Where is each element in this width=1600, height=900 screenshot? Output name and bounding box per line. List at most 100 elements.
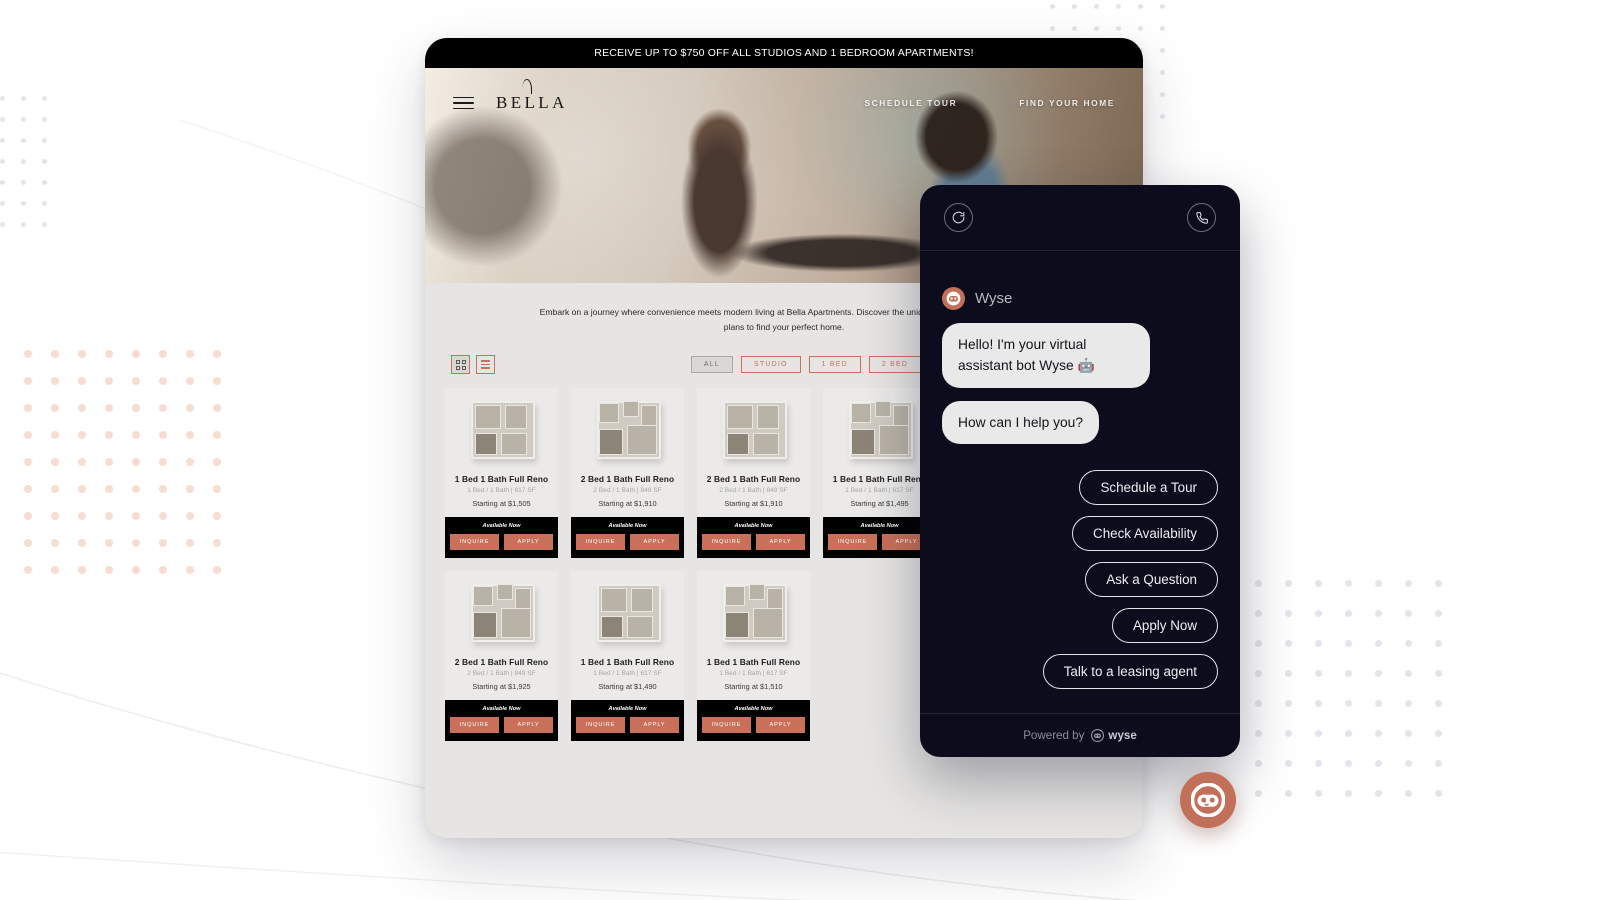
filter-2-bed[interactable]: 2 BED <box>868 356 922 374</box>
decorative-dot <box>1160 70 1165 75</box>
list-view-button[interactable] <box>476 355 495 375</box>
floorplan-card[interactable]: 2 Bed 1 Bath Full Reno 2 Bed / 1 Bath | 8… <box>697 388 810 559</box>
apply-button[interactable]: APPLY <box>630 534 679 551</box>
decorative-dot <box>1345 790 1352 797</box>
decorative-dot <box>42 117 47 122</box>
brand-name: BELLA <box>496 93 568 112</box>
decorative-dot <box>24 539 32 547</box>
filter-group: ALL STUDIO 1 BED 2 BED <box>690 356 922 374</box>
decorative-dot <box>24 566 32 574</box>
decorative-dot <box>21 201 26 206</box>
chat-footer: Powered by wyse <box>920 713 1240 757</box>
decorative-dot <box>1435 700 1442 707</box>
grid-view-button[interactable] <box>451 355 470 375</box>
decorative-dot <box>186 512 194 520</box>
decorative-dot <box>42 180 47 185</box>
decorative-dot <box>21 180 26 185</box>
filter-1-bed[interactable]: 1 BED <box>808 356 861 374</box>
decorative-dot <box>51 512 59 520</box>
floorplan-actions: Available Now INQUIRE APPLY <box>571 700 684 742</box>
decorative-dot <box>132 431 140 439</box>
apply-button[interactable]: APPLY <box>756 534 805 551</box>
decorative-dot <box>186 458 194 466</box>
floorplan-price: Starting at $1,510 <box>724 682 783 692</box>
decorative-dot <box>1435 580 1442 587</box>
decorative-dot <box>1138 26 1143 31</box>
inquire-button[interactable]: INQUIRE <box>450 717 499 734</box>
inquire-button[interactable]: INQUIRE <box>702 717 751 734</box>
wyse-logo[interactable]: wyse <box>1091 729 1137 742</box>
decorative-dot <box>1285 760 1292 767</box>
phone-icon[interactable] <box>1187 203 1216 232</box>
inquire-button[interactable]: INQUIRE <box>450 534 499 551</box>
brand-logo[interactable]: BELLA <box>496 79 568 113</box>
quick-reply-talk-to-a-leasing-agent[interactable]: Talk to a leasing agent <box>1042 654 1218 690</box>
decorative-dot <box>1094 4 1099 9</box>
decorative-dot <box>78 512 86 520</box>
filter-studio[interactable]: STUDIO <box>740 356 801 374</box>
decorative-dot <box>1405 610 1412 617</box>
apply-button[interactable]: APPLY <box>756 717 805 734</box>
decorative-dot <box>213 566 221 574</box>
apply-button[interactable]: APPLY <box>630 717 679 734</box>
floorplan-card[interactable]: 2 Bed 1 Bath Full Reno 2 Bed / 1 Bath | 8… <box>445 571 558 742</box>
floorplan-price: Starting at $1,495 <box>850 499 909 509</box>
decorative-dot <box>1315 760 1322 767</box>
decorative-dot <box>186 566 194 574</box>
availability-badge: Available Now <box>482 706 521 713</box>
decorative-dot <box>1285 790 1292 797</box>
quick-reply-apply-now[interactable]: Apply Now <box>1111 608 1218 644</box>
decorative-dot <box>78 431 86 439</box>
decorative-dot <box>132 566 140 574</box>
quick-reply-schedule-a-tour[interactable]: Schedule a Tour <box>1079 470 1218 506</box>
decorative-dot <box>105 512 113 520</box>
decorative-dot <box>21 96 26 101</box>
inquire-button[interactable]: INQUIRE <box>576 534 625 551</box>
floorplan-card[interactable]: 2 Bed 1 Bath Full Reno 2 Bed / 1 Bath | 8… <box>571 388 684 559</box>
decorative-dot <box>1160 4 1165 9</box>
inquire-button[interactable]: INQUIRE <box>702 534 751 551</box>
wyse-bot-icon <box>1091 729 1105 742</box>
apply-button[interactable]: APPLY <box>504 534 553 551</box>
availability-badge: Available Now <box>860 523 899 530</box>
nav-link-find-your-home[interactable]: FIND YOUR HOME <box>1019 98 1115 108</box>
chat-launcher-button[interactable] <box>1180 772 1236 828</box>
powered-by-label: Powered by <box>1023 729 1085 742</box>
bot-identity: Wyse <box>942 287 1218 310</box>
floorplan-card[interactable]: 1 Bed 1 Bath Full Reno 1 Bed / 1 Bath | 6… <box>571 571 684 742</box>
apply-button[interactable]: APPLY <box>504 717 553 734</box>
decorative-dot <box>132 458 140 466</box>
decorative-dot <box>0 222 5 227</box>
floorplan-image <box>445 571 558 654</box>
floorplan-card[interactable]: 1 Bed 1 Bath Full Reno 1 Bed / 1 Bath | 6… <box>697 571 810 742</box>
decorative-dot <box>105 485 113 493</box>
decorative-dot <box>105 404 113 412</box>
decorative-dot <box>51 566 59 574</box>
quick-reply-ask-a-question[interactable]: Ask a Question <box>1085 562 1218 598</box>
decorative-dot <box>1255 580 1262 587</box>
decorative-dot <box>213 377 221 385</box>
decorative-dot <box>1315 580 1322 587</box>
nav-link-schedule-tour[interactable]: SCHEDULE TOUR <box>864 98 957 108</box>
refresh-icon[interactable] <box>944 203 973 232</box>
filter-all[interactable]: ALL <box>690 356 733 374</box>
floorplan-spec: 1 Bed / 1 Bath | 617 SF <box>467 487 536 495</box>
inquire-button[interactable]: INQUIRE <box>828 534 877 551</box>
decorative-dot <box>1405 760 1412 767</box>
grid-icon <box>455 359 466 370</box>
decorative-dot <box>213 512 221 520</box>
decorative-dot <box>213 485 221 493</box>
decorative-dot <box>1375 610 1382 617</box>
floorplan-card[interactable]: 1 Bed 1 Bath Full Reno 1 Bed / 1 Bath | 6… <box>445 388 558 559</box>
decorative-dot <box>132 485 140 493</box>
quick-reply-list: Schedule a Tour Check Availability Ask a Q… <box>942 470 1218 690</box>
decorative-dot <box>1315 730 1322 737</box>
quick-reply-check-availability[interactable]: Check Availability <box>1072 516 1218 552</box>
decorative-dot <box>1375 730 1382 737</box>
decorative-dot <box>42 201 47 206</box>
decorative-dot <box>1285 700 1292 707</box>
decorative-dot <box>159 458 167 466</box>
inquire-button[interactable]: INQUIRE <box>576 717 625 734</box>
hamburger-menu-icon[interactable] <box>453 96 474 110</box>
decorative-dot <box>21 117 26 122</box>
